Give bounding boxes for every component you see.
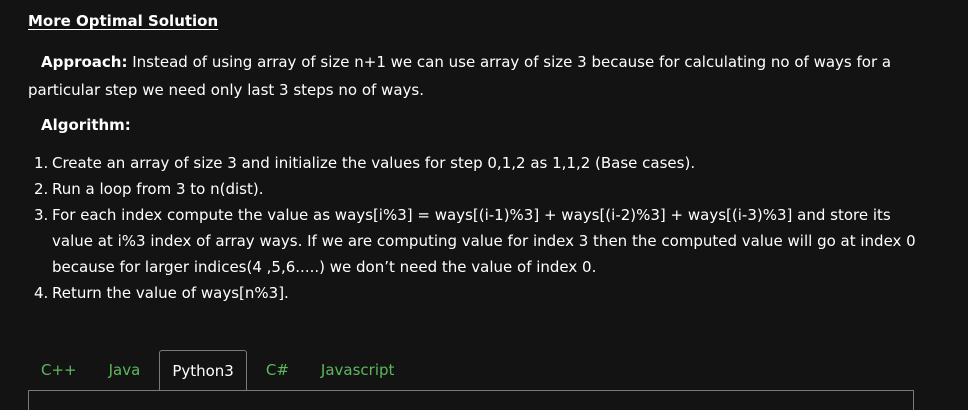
tab-python3[interactable]: Python3 [159,350,247,390]
section-heading: More Optimal Solution [28,12,219,30]
step-text: Return the value of ways[n%3]. [52,284,289,302]
algorithm-step: 4. Return the value of ways[n%3]. [34,280,932,306]
code-panel [28,390,914,410]
approach-text: Instead of using array of size n+1 we ca… [28,53,892,99]
step-text: Create an array of size 3 and initialize… [52,154,696,172]
step-number: 3. [34,206,49,224]
step-text: For each index compute the value as ways… [52,206,916,276]
step-number: 4. [34,284,49,302]
approach-label: Approach: [41,53,128,71]
algorithm-step: 2. Run a loop from 3 to n(dist). [34,176,932,202]
step-number: 2. [34,180,49,198]
approach-paragraph: Approach: Instead of using array of size… [28,48,928,104]
tab-javascript[interactable]: Javascript [308,350,407,390]
step-number: 1. [34,154,49,172]
algorithm-steps: 1. Create an array of size 3 and initiali… [34,150,932,306]
algorithm-label: Algorithm: [41,116,131,134]
algorithm-step: 3. For each index compute the value as wa… [34,202,932,280]
tab-csharp[interactable]: C# [253,350,302,390]
step-text: Run a loop from 3 to n(dist). [52,180,264,198]
language-tabs: C++ Java Python3 C# Javascript [28,350,413,390]
tab-java[interactable]: Java [96,350,154,390]
tab-cpp[interactable]: C++ [28,350,90,390]
algorithm-step: 1. Create an array of size 3 and initiali… [34,150,932,176]
